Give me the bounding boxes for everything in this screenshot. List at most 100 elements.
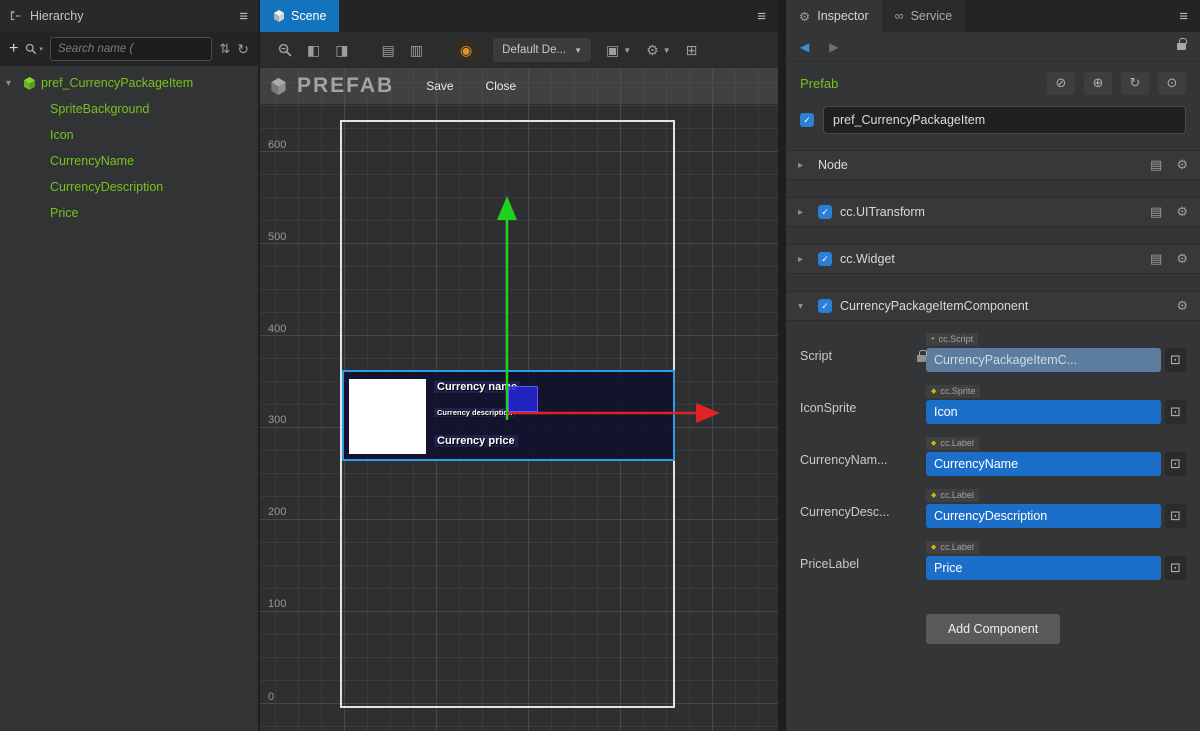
zoom-icon[interactable] xyxy=(278,43,292,57)
refresh-hierarchy-icon[interactable]: ↻ xyxy=(237,41,249,58)
add-component-button[interactable]: Add Component xyxy=(926,614,1060,644)
currencydescription-value-field[interactable]: CurrencyDescription xyxy=(926,504,1161,528)
tree-node-price[interactable]: Price xyxy=(0,200,258,226)
layout-dropdown[interactable]: ▣ ▼ xyxy=(606,42,631,59)
scene-panel: Scene ≡ ◧ ◨ ▤ ▥ ◉ Default De... ▼ ▣ ▼ ⚙ … xyxy=(260,0,778,731)
search-input[interactable] xyxy=(50,37,213,61)
prefab-asset-label: Prefab xyxy=(800,76,1038,91)
asset-picker-icon[interactable]: ⊡ xyxy=(1165,400,1186,424)
asset-picker-icon[interactable]: ⊡ xyxy=(1165,452,1186,476)
property-currencydescription: CurrencyDesc... ◆ cc.Label CurrencyDescr… xyxy=(800,489,1186,528)
hierarchy-tree: ▾ pref_CurrencyPackageItem SpriteBackgro… xyxy=(0,66,258,731)
search-filter-button[interactable]: ▾ xyxy=(25,43,43,55)
iconsprite-value-field[interactable]: Icon xyxy=(926,400,1161,424)
grid-toggle-icon[interactable]: ⊞ xyxy=(686,42,698,59)
type-tag-label: cc.Sprite xyxy=(940,386,975,396)
add-node-button[interactable]: + xyxy=(9,40,18,58)
expand-arrow-icon[interactable]: ▸ xyxy=(798,207,810,218)
node-active-checkbox[interactable]: ✓ xyxy=(800,113,814,127)
gear-icon[interactable]: ⚙ xyxy=(1176,157,1188,173)
collapse-all-icon[interactable]: ⇅ xyxy=(219,41,230,57)
camera-dropdown[interactable]: Default De... ▼ xyxy=(493,38,591,62)
asset-picker-icon[interactable]: ⊡ xyxy=(1165,556,1186,580)
type-tag: ◆ cc.Label xyxy=(926,541,979,554)
check-icon: ✓ xyxy=(821,254,829,265)
inspector-gear-icon: ⚙ xyxy=(799,9,810,24)
tree-node-spritebackground[interactable]: SpriteBackground xyxy=(0,96,258,122)
inspector-panel: ⚙ Inspector ∞ Service ≡ ◀ ▶ Prefab ⊘ ⊕ ↻… xyxy=(786,0,1200,731)
gizmo-toggle-button[interactable]: ◉ xyxy=(454,40,478,61)
tab-service[interactable]: ∞ Service xyxy=(882,0,966,32)
service-link-icon: ∞ xyxy=(895,9,904,23)
tab-bar-spacer xyxy=(339,0,745,32)
tree-node-label: SpriteBackground xyxy=(50,102,149,116)
section-node[interactable]: ▸ Node ▤ ⚙ xyxy=(786,150,1200,180)
asset-picker-icon[interactable]: ⊡ xyxy=(1165,348,1186,372)
rect-tool-icon[interactable]: ◨ xyxy=(335,42,348,59)
gear-icon[interactable]: ⚙ xyxy=(1176,204,1188,220)
tab-scene[interactable]: Scene xyxy=(260,0,339,32)
prefab-close-button[interactable]: Close xyxy=(486,79,517,93)
hierarchy-panel: Hierarchy ≡ + ▾ ⇅ ↻ ▾ pref_CurrencyPacka… xyxy=(0,0,258,731)
chevron-down-icon: ▼ xyxy=(574,46,582,55)
asset-picker-icon[interactable]: ⊡ xyxy=(1165,504,1186,528)
help-doc-icon[interactable]: ▤ xyxy=(1150,204,1162,220)
ruler-label: 300 xyxy=(268,414,294,426)
tree-node-icon[interactable]: Icon xyxy=(0,122,258,148)
history-back-icon[interactable]: ◀ xyxy=(800,40,809,54)
script-value-field[interactable]: CurrencyPackageItemC... xyxy=(926,348,1161,372)
lock-inspector-icon[interactable] xyxy=(1177,43,1186,50)
tab-inspector[interactable]: ⚙ Inspector xyxy=(786,0,882,32)
reset-prefab-icon[interactable]: ↻ xyxy=(1121,72,1149,95)
align-horizontal-icon[interactable]: ▤ xyxy=(381,42,394,59)
property-pricelabel: PriceLabel ◆ cc.Label Price ⊡ xyxy=(800,541,1186,580)
expand-arrow-icon[interactable]: ▸ xyxy=(798,254,810,265)
history-forward-icon[interactable]: ▶ xyxy=(829,40,838,54)
gear-icon[interactable]: ⚙ xyxy=(1176,298,1188,314)
hierarchy-header: Hierarchy ≡ xyxy=(0,0,258,32)
transform-tool-icon[interactable]: ◧ xyxy=(307,42,320,59)
section-label: CurrencyPackageItemComponent xyxy=(840,299,1168,313)
apply-prefab-icon[interactable]: ⊙ xyxy=(1158,72,1186,95)
help-doc-icon[interactable]: ▤ xyxy=(1150,251,1162,267)
tab-bar-spacer xyxy=(965,0,1167,32)
component-enabled-checkbox[interactable]: ✓ xyxy=(818,252,832,266)
unlink-prefab-icon[interactable]: ⊘ xyxy=(1047,72,1075,95)
section-uitransform[interactable]: ▸ ✓ cc.UITransform ▤ ⚙ xyxy=(786,197,1200,227)
gear-icon[interactable]: ⚙ xyxy=(1176,251,1188,267)
help-doc-icon[interactable]: ▤ xyxy=(1150,157,1162,173)
tree-node-label: CurrencyDescription xyxy=(50,180,163,194)
expand-arrow-icon[interactable]: ▸ xyxy=(798,160,810,171)
type-tag-label: cc.Label xyxy=(940,542,974,552)
pricelabel-value-field[interactable]: Price xyxy=(926,556,1161,580)
currencyname-value-field[interactable]: CurrencyName xyxy=(926,452,1161,476)
property-script: Script ● cc.Script CurrencyPackageItemC.… xyxy=(800,333,1186,372)
type-tag: ◆ cc.Label xyxy=(926,437,979,450)
section-widget[interactable]: ▸ ✓ cc.Widget ▤ ⚙ xyxy=(786,244,1200,274)
expand-arrow-icon[interactable]: ▾ xyxy=(798,301,810,312)
inspector-menu-icon[interactable]: ≡ xyxy=(1179,8,1188,25)
expand-arrow-icon[interactable]: ▾ xyxy=(6,78,18,89)
section-currencypackageitemcomponent[interactable]: ▾ ✓ CurrencyPackageItemComponent ⚙ xyxy=(786,291,1200,321)
component-enabled-checkbox[interactable]: ✓ xyxy=(818,299,832,313)
panel-divider[interactable] xyxy=(778,0,786,731)
currency-price-label: Currency price xyxy=(434,435,518,447)
layout-icon: ▣ xyxy=(606,42,619,59)
scene-menu-icon[interactable]: ≡ xyxy=(757,8,766,25)
prefab-save-button[interactable]: Save xyxy=(426,79,453,93)
align-vertical-icon[interactable]: ▥ xyxy=(410,42,423,59)
locate-prefab-icon[interactable]: ⊕ xyxy=(1084,72,1112,95)
settings-dropdown[interactable]: ⚙ ▼ xyxy=(646,42,670,59)
tree-node-currencydescription[interactable]: CurrencyDescription xyxy=(0,174,258,200)
tree-node-currencyname[interactable]: CurrencyName xyxy=(0,148,258,174)
scene-canvas[interactable]: PREFAB Save Close 600 500 400 300 200 10… xyxy=(260,68,778,731)
tree-node-root[interactable]: ▾ pref_CurrencyPackageItem xyxy=(0,70,258,96)
selected-node-preview[interactable]: Currency name Currency description Curre… xyxy=(342,370,675,461)
prefab-edit-bar: PREFAB Save Close xyxy=(260,68,778,104)
component-enabled-checkbox[interactable]: ✓ xyxy=(818,205,832,219)
section-label: cc.Widget xyxy=(840,252,1142,266)
node-name-input[interactable] xyxy=(823,106,1186,134)
gizmo-plane-handle[interactable] xyxy=(508,386,538,412)
hierarchy-menu-icon[interactable]: ≡ xyxy=(239,8,248,25)
gizmo-icon: ◉ xyxy=(460,42,472,59)
